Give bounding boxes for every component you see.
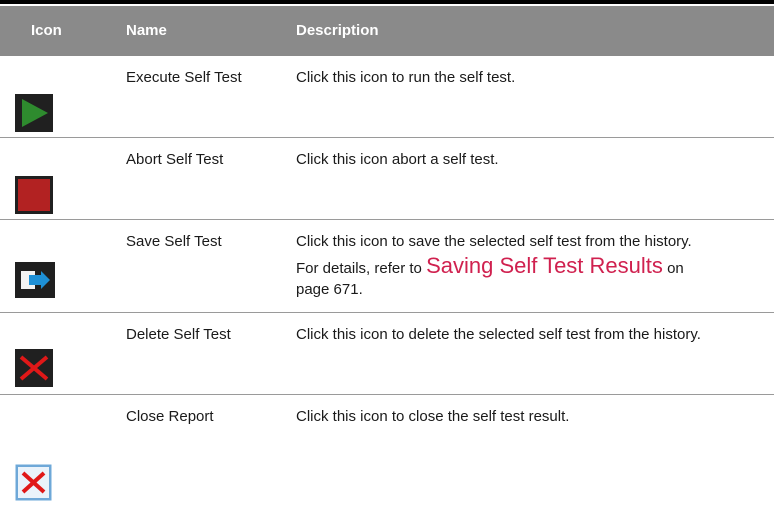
row-description: Click this icon to run the self test. [296, 69, 516, 86]
row-name: Execute Self Test [126, 69, 242, 86]
description-prefix: For details, refer to [296, 260, 422, 277]
header-icon: Icon [31, 22, 62, 39]
delete-x-icon [15, 349, 53, 387]
table-row: Delete Self Test Click this icon to dele… [0, 313, 774, 395]
top-rule [0, 0, 774, 4]
table-row: Close Report Click this icon to close th… [0, 395, 774, 517]
row-name: Save Self Test [126, 233, 222, 250]
row-description-line3: page 671. [296, 281, 363, 298]
row-description-line2: For details, refer to Saving Self Test R… [296, 254, 766, 281]
save-export-icon [15, 262, 55, 298]
saving-self-test-results-link[interactable]: Saving Self Test Results [426, 253, 663, 278]
description-suffix: on [667, 260, 684, 277]
table-row: Execute Self Test Click this icon to run… [0, 56, 774, 138]
table-row: Abort Self Test Click this icon abort a … [0, 138, 774, 220]
row-description-line1: Click this icon to save the selected sel… [296, 233, 692, 250]
row-description: Click this icon abort a self test. [296, 151, 499, 168]
table-header: Icon Name Description [0, 6, 774, 56]
row-description: Click this icon to close the self test r… [296, 408, 570, 425]
close-x-icon [15, 464, 52, 501]
header-description: Description [296, 22, 379, 39]
header-name: Name [126, 22, 167, 39]
stop-icon [15, 176, 53, 214]
row-name: Close Report [126, 408, 214, 425]
row-description: Click this icon to delete the selected s… [296, 326, 701, 343]
row-name: Delete Self Test [126, 326, 231, 343]
play-icon [15, 94, 53, 132]
row-name: Abort Self Test [126, 151, 224, 168]
table-row: Save Self Test Click this icon to save t… [0, 220, 774, 313]
